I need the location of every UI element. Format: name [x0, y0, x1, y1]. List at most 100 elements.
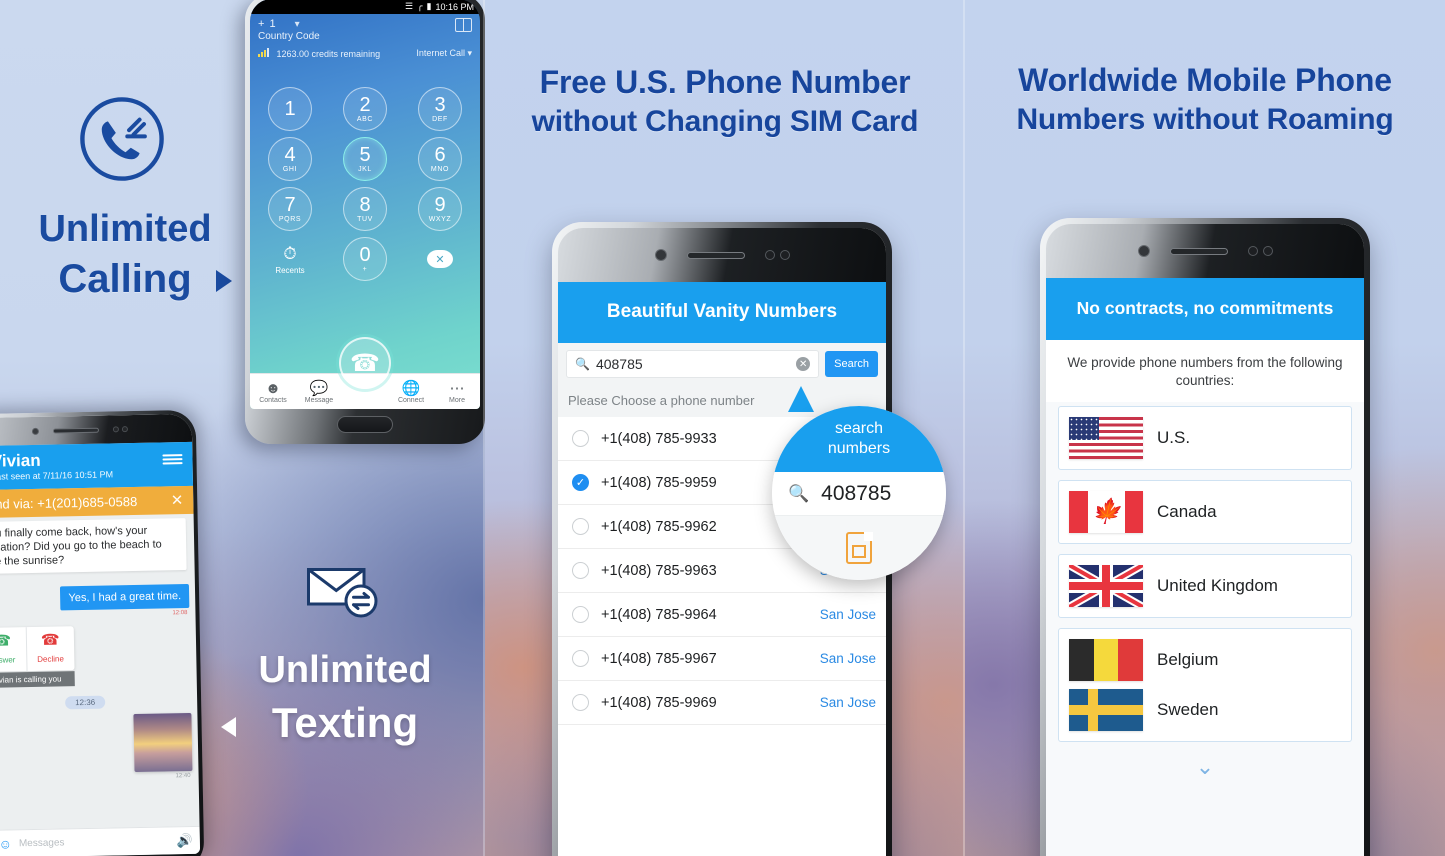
list-item[interactable]: United Kingdom: [1069, 565, 1341, 607]
city-label: San Jose: [819, 695, 876, 710]
headline-line2: without Changing SIM Card: [531, 105, 919, 138]
time-divider: 12:36: [65, 695, 106, 710]
radio-button-selected[interactable]: ✓: [572, 474, 589, 491]
key-3[interactable]: 3 DEF: [418, 87, 462, 131]
phone-decline-icon: ☎: [40, 631, 60, 649]
home-button[interactable]: [337, 415, 393, 433]
uk-flag-icon: [1069, 565, 1143, 607]
list-item[interactable]: U.S.: [1069, 417, 1341, 459]
radio-button[interactable]: [572, 650, 589, 667]
sensor-icons: [112, 426, 128, 433]
tab-message[interactable]: 💬 Message: [296, 380, 342, 404]
sim-card-icon: [846, 531, 873, 564]
clear-x-icon[interactable]: ✕: [796, 357, 811, 371]
message-input[interactable]: Messages: [19, 837, 65, 849]
key-7[interactable]: 7 PQRS: [268, 187, 312, 231]
key-letters: MNO: [430, 165, 450, 173]
key-0[interactable]: 0 +: [343, 237, 387, 281]
key-letters: JKL: [358, 165, 372, 173]
key-1[interactable]: 1: [268, 87, 312, 131]
more-dots-icon: ⋯: [449, 379, 465, 397]
sensor-icons: [1247, 246, 1273, 256]
dialer-credit-row: 1263.00 credits remaining Internet Call …: [250, 43, 480, 59]
list-menu-icon[interactable]: [162, 448, 183, 465]
backspace-button[interactable]: ✕: [418, 237, 462, 281]
tab-connect[interactable]: 🌐 Connect: [388, 380, 434, 404]
call-type-selector[interactable]: Internet Call ▾: [416, 48, 472, 59]
answer-button[interactable]: ☎ Answer: [0, 627, 28, 673]
chevron-down-icon[interactable]: ⌄: [1058, 752, 1352, 786]
phone-number: +1(408) 785-9959: [601, 474, 717, 491]
radio-button[interactable]: [572, 606, 589, 623]
country-code-selector[interactable]: + 1 ▾ Country Code: [258, 18, 320, 43]
front-camera-icon: [31, 427, 40, 435]
list-item[interactable]: 🍁 Canada: [1069, 491, 1341, 533]
unlimited-texting-title: Unlimited Texting: [205, 645, 485, 751]
radio-button[interactable]: [572, 694, 589, 711]
search-input[interactable]: 🔍 408785 ✕: [566, 350, 820, 378]
key-5[interactable]: 5 JKL: [343, 137, 387, 181]
key-2[interactable]: 2 ABC: [343, 87, 387, 131]
radio-button[interactable]: [572, 430, 589, 447]
dialer-phone-chin: [245, 404, 485, 444]
decline-button[interactable]: ☎ Decline: [26, 626, 74, 671]
list-item[interactable]: Sweden: [1069, 689, 1341, 731]
key-digit: 5: [359, 143, 371, 166]
outgoing-message-bubble: Yes, I had a great time.: [60, 583, 190, 611]
close-x-icon[interactable]: ✕: [171, 491, 184, 509]
photo-time: 12:40: [175, 772, 191, 780]
country-card-canada[interactable]: 🍁 Canada: [1058, 480, 1352, 544]
world-app-title: No contracts, no commitments: [1046, 278, 1364, 340]
key-letters: PQRS: [278, 215, 302, 223]
callout-tail: [788, 386, 814, 412]
tab-label: More: [449, 396, 465, 404]
phone-number: +1(408) 785-9964: [601, 606, 717, 623]
screenshot-root: Unlimited Calling Unlimited Texting ☰ ╭: [0, 0, 1445, 856]
recents-button[interactable]: ⏱ Recents: [268, 237, 312, 281]
country-name: United Kingdom: [1157, 576, 1278, 595]
contact-name: Vivian: [0, 450, 41, 471]
emoji-icon[interactable]: ☺: [0, 836, 12, 851]
table-row[interactable]: +1(408) 785-9969 San Jose: [558, 681, 886, 725]
key-digit: 7: [284, 193, 296, 216]
call-button[interactable]: ☎: [339, 337, 391, 389]
key-letters: WXYZ: [428, 215, 452, 223]
signal-bars-icon: [258, 48, 269, 57]
country-card-belgium-sweden[interactable]: Belgium Sweden: [1058, 628, 1352, 742]
signal-icon: ╭: [417, 1, 423, 11]
world-phone-device: No contracts, no commitments We provide …: [1040, 218, 1370, 856]
table-row[interactable]: +1(408) 785-9967 San Jose: [558, 637, 886, 681]
wifi-icon: ☰: [405, 1, 414, 11]
key-9[interactable]: 9 WXYZ: [418, 187, 462, 231]
sunset-photo[interactable]: [133, 712, 193, 773]
search-button[interactable]: Search: [825, 351, 878, 377]
city-label: San Jose: [819, 607, 876, 622]
key-4[interactable]: 4 GHI: [268, 137, 312, 181]
tab-more[interactable]: ⋯ More: [434, 380, 480, 404]
tab-contacts[interactable]: ☻ Contacts: [250, 380, 296, 404]
key-letters: ABC: [356, 115, 374, 123]
key-letters: +: [362, 265, 368, 273]
radio-button[interactable]: [572, 518, 589, 535]
us-flag-icon: [1069, 417, 1143, 459]
country-card-uk[interactable]: United Kingdom: [1058, 554, 1352, 618]
calling-line2: Calling: [58, 257, 192, 301]
incoming-message-time: 21:30: [0, 572, 195, 582]
chat-phone-notch: [0, 413, 193, 447]
list-item[interactable]: Belgium: [1069, 639, 1341, 681]
dual-sim-icon[interactable]: [455, 18, 472, 32]
key-digit: 0: [359, 243, 371, 266]
magnifier-icon: 🔍: [575, 357, 590, 371]
triangle-right-icon: [216, 270, 232, 292]
key-6[interactable]: 6 MNO: [418, 137, 462, 181]
country-card-us[interactable]: U.S.: [1058, 406, 1352, 470]
voice-icon[interactable]: 🔊: [176, 832, 192, 848]
magnifier-icon: 🔍: [788, 483, 810, 503]
country-list: U.S. 🍁 Canada United Kingdom Belgium Swe…: [1046, 402, 1364, 786]
decline-label: Decline: [37, 654, 65, 664]
table-row[interactable]: +1(408) 785-9964 San Jose: [558, 593, 886, 637]
radio-button[interactable]: [572, 562, 589, 579]
send-via-bar[interactable]: Send via: +1(201)685-0588 ✕: [0, 485, 194, 519]
key-8[interactable]: 8 TUV: [343, 187, 387, 231]
tab-label: Connect: [397, 396, 425, 404]
